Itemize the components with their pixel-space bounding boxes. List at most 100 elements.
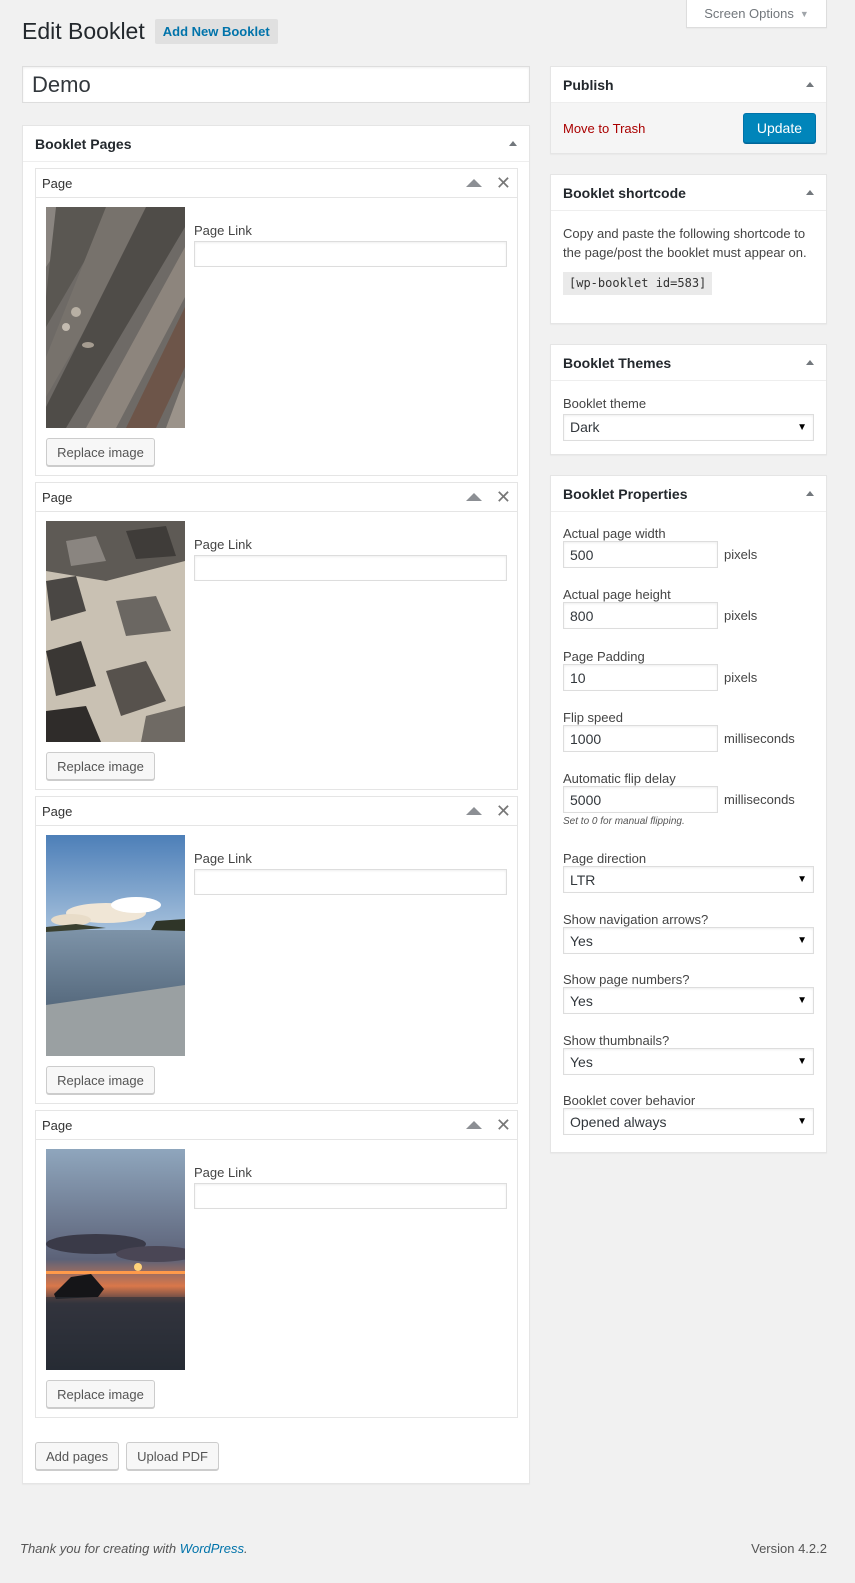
move-up-icon[interactable] <box>465 493 482 501</box>
page-header: Edit Booklet Add New Booklet <box>22 18 278 45</box>
add-new-booklet-button[interactable]: Add New Booklet <box>154 19 278 44</box>
wordpress-link[interactable]: WordPress <box>180 1541 244 1556</box>
toggle-arrow-icon[interactable] <box>806 491 814 496</box>
shortcode-body: Copy and paste the following shortcode t… <box>551 211 826 308</box>
page-item-header: Page ✕ <box>36 169 517 198</box>
page-item: Page ✕ Page Link Replace image <box>35 796 518 1104</box>
page-height-field: Actual page height 800 pixels <box>563 587 757 629</box>
nav-arrows-field: Show navigation arrows? Yes ▼ <box>563 912 814 954</box>
move-up-icon[interactable] <box>465 1121 482 1129</box>
page-link-input[interactable] <box>194 869 507 895</box>
flip-delay-input[interactable]: 5000 <box>563 786 718 813</box>
flip-delay-unit: milliseconds <box>724 792 795 807</box>
move-to-trash-link[interactable]: Move to Trash <box>563 121 645 136</box>
page-direction-select[interactable]: LTR ▼ <box>563 866 814 893</box>
screen-options-label: Screen Options <box>704 6 794 21</box>
flip-speed-input[interactable]: 1000 <box>563 725 718 752</box>
booklet-pages-header[interactable]: Booklet Pages <box>23 126 529 162</box>
theme-label: Booklet theme <box>563 396 647 411</box>
nav-arrows-select[interactable]: Yes ▼ <box>563 927 814 954</box>
themes-header[interactable]: Booklet Themes <box>551 345 826 381</box>
publish-box: Publish Move to Trash Update <box>550 66 827 154</box>
page-direction-label: Page direction <box>563 851 647 866</box>
toggle-arrow-icon[interactable] <box>806 82 814 87</box>
publish-actions: Move to Trash Update <box>551 103 826 153</box>
page-link-input[interactable] <box>194 241 507 267</box>
cover-behavior-select[interactable]: Opened always ▼ <box>563 1108 814 1135</box>
themes-title: Booklet Themes <box>563 354 672 371</box>
page-item-title: Page <box>42 175 73 191</box>
page-numbers-select[interactable]: Yes ▼ <box>563 987 814 1014</box>
page-numbers-value: Yes <box>570 992 593 1009</box>
properties-box: Booklet Properties Actual page width 500… <box>550 475 827 1153</box>
update-button[interactable]: Update <box>742 113 816 143</box>
flip-delay-field: Automatic flip delay 5000 milliseconds S… <box>563 771 795 827</box>
theme-select[interactable]: Dark ▼ <box>563 414 814 441</box>
shortcode-title: Booklet shortcode <box>563 184 686 201</box>
move-up-icon[interactable] <box>465 807 482 815</box>
toggle-arrow-icon[interactable] <box>806 360 814 365</box>
page-padding-label: Page Padding <box>563 649 645 664</box>
thumbnails-field: Show thumbnails? Yes ▼ <box>563 1033 814 1075</box>
upload-pdf-button[interactable]: Upload PDF <box>126 1442 219 1470</box>
publish-header[interactable]: Publish <box>551 67 826 103</box>
close-icon[interactable]: ✕ <box>496 802 511 820</box>
theme-select-value: Dark <box>570 419 600 435</box>
booklet-title-input[interactable]: Demo <box>22 66 530 103</box>
shortcode-box: Booklet shortcode Copy and paste the fol… <box>550 174 827 324</box>
toggle-arrow-icon[interactable] <box>806 190 814 195</box>
chevron-down-icon: ▼ <box>797 422 807 433</box>
page-padding-input[interactable]: 10 <box>563 664 718 691</box>
page-item-header: Page ✕ <box>36 483 517 512</box>
page-height-input[interactable]: 800 <box>563 602 718 629</box>
toggle-arrow-icon[interactable] <box>509 141 517 146</box>
footer-prefix: Thank you for creating with <box>20 1541 180 1556</box>
close-icon[interactable]: ✕ <box>496 488 511 506</box>
page-height-label: Actual page height <box>563 587 671 602</box>
chevron-down-icon: ▼ <box>797 1116 807 1127</box>
page-image <box>46 521 185 742</box>
nav-arrows-value: Yes <box>570 932 593 949</box>
thumbnails-select[interactable]: Yes ▼ <box>563 1048 814 1075</box>
add-pages-button[interactable]: Add pages <box>35 1442 120 1470</box>
close-icon[interactable]: ✕ <box>496 1116 511 1134</box>
page-link-label: Page Link <box>194 537 252 552</box>
chevron-down-icon: ▼ <box>797 995 807 1006</box>
page-link-input[interactable] <box>194 555 507 581</box>
themes-box: Booklet Themes Booklet theme Dark ▼ <box>550 344 827 455</box>
booklet-pages-box: Booklet Pages Page ✕ Page Link Replace i… <box>22 125 530 1484</box>
page-link-input[interactable] <box>194 1183 507 1209</box>
replace-image-button[interactable]: Replace image <box>46 1066 155 1094</box>
chevron-down-icon: ▼ <box>797 1056 807 1067</box>
page-link-label: Page Link <box>194 851 252 866</box>
close-icon[interactable]: ✕ <box>496 174 511 192</box>
page-image <box>46 835 185 1056</box>
replace-image-button[interactable]: Replace image <box>46 438 155 466</box>
page-width-label: Actual page width <box>563 526 666 541</box>
move-up-icon[interactable] <box>465 179 482 187</box>
page-width-unit: pixels <box>724 547 758 562</box>
page-width-field: Actual page width 500 pixels <box>563 526 757 568</box>
footer-credit: Thank you for creating with WordPress. <box>20 1541 248 1556</box>
thumbnails-value: Yes <box>570 1053 593 1070</box>
page-height-unit: pixels <box>724 608 758 623</box>
page-width-input[interactable]: 500 <box>563 541 718 568</box>
cover-behavior-label: Booklet cover behavior <box>563 1093 696 1108</box>
properties-header[interactable]: Booklet Properties <box>551 476 826 512</box>
flip-speed-label: Flip speed <box>563 710 623 725</box>
page-item: Page ✕ Page Link Replace image <box>35 482 518 790</box>
replace-image-button[interactable]: Replace image <box>46 1380 155 1408</box>
page-padding-unit: pixels <box>724 670 758 685</box>
replace-image-button[interactable]: Replace image <box>46 752 155 780</box>
bottom-buttons: Add pages Upload PDF <box>35 1442 219 1470</box>
page-item: Page ✕ Page Link Replace image <box>35 168 518 476</box>
themes-body: Booklet theme Dark ▼ <box>551 381 826 454</box>
shortcode-header[interactable]: Booklet shortcode <box>551 175 826 211</box>
page-item-title: Page <box>42 1117 73 1133</box>
page-item-header: Page ✕ <box>36 1111 517 1140</box>
shortcode-code: [wp-booklet id=583] <box>563 272 713 295</box>
page-title: Edit Booklet <box>22 18 145 44</box>
properties-title: Booklet Properties <box>563 485 688 502</box>
screen-options-button[interactable]: Screen Options ▼ <box>686 0 827 28</box>
cover-behavior-field: Booklet cover behavior Opened always ▼ <box>563 1093 814 1135</box>
